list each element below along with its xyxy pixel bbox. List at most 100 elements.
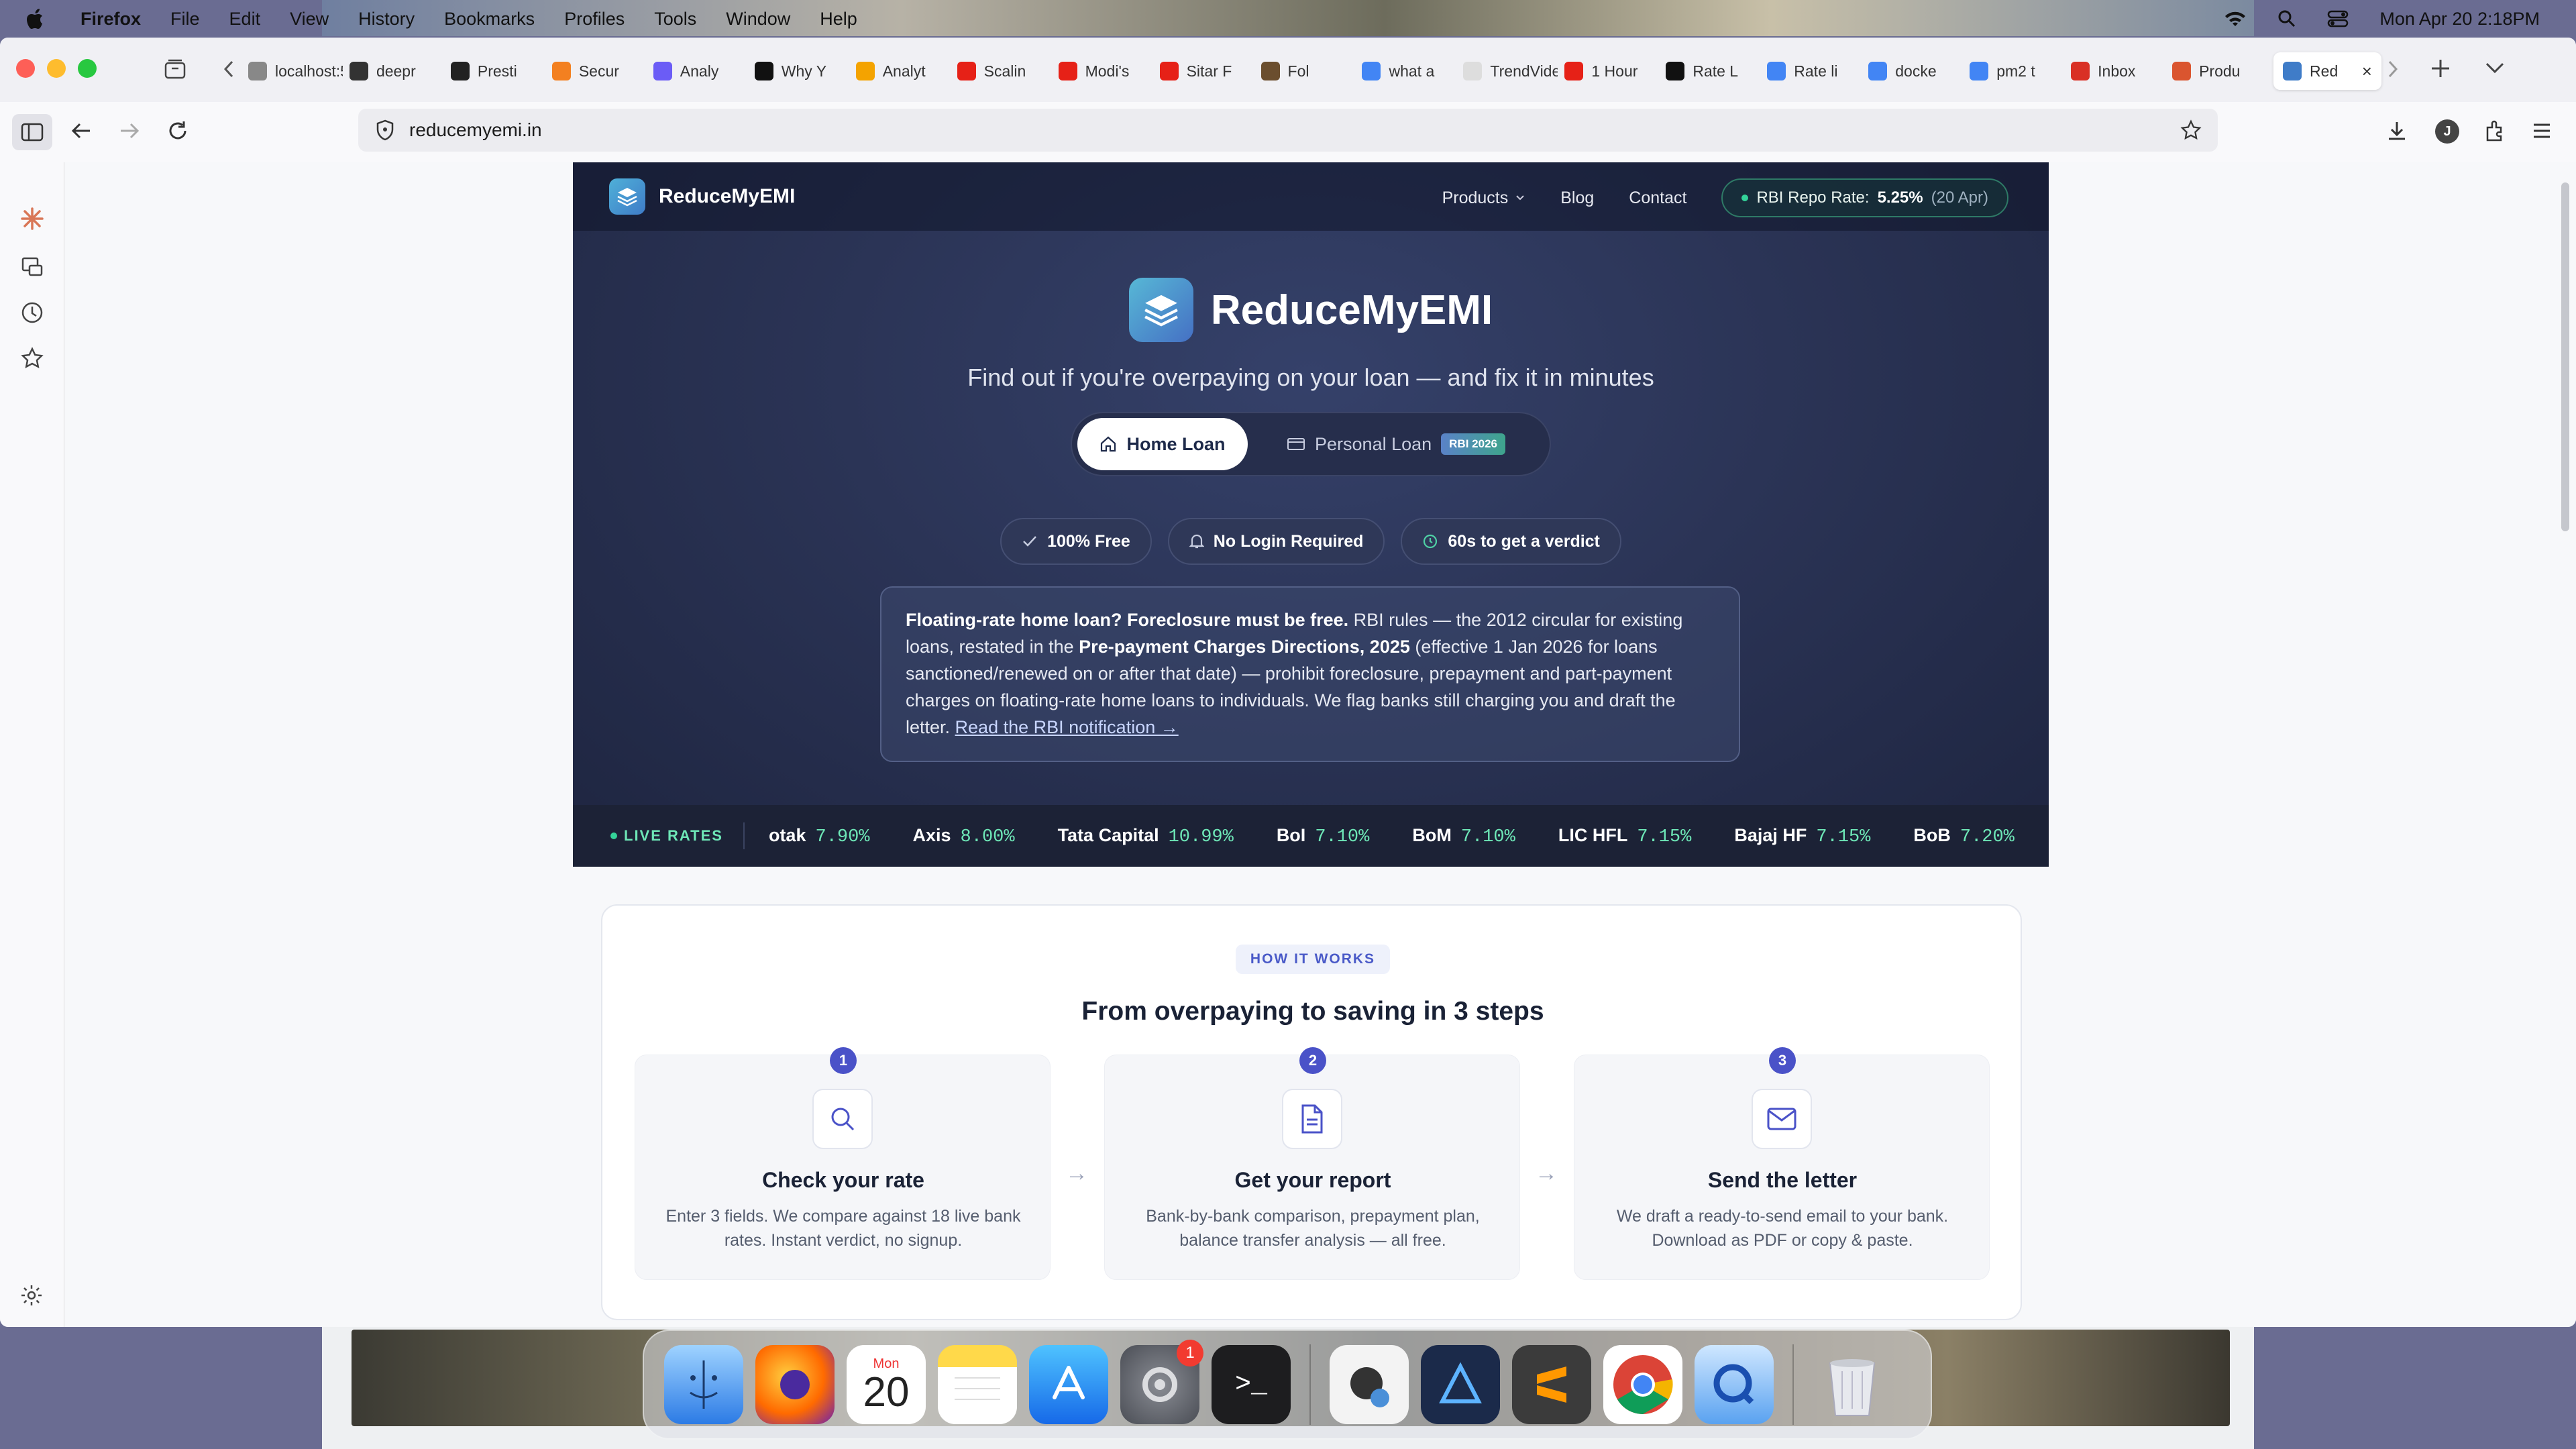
how-it-works-title: From overpaying to saving in 3 steps xyxy=(1081,997,1544,1026)
maximize-window-button[interactable] xyxy=(78,59,97,78)
tab-overview-icon[interactable] xyxy=(164,58,186,80)
browser-tab[interactable]: TrendVide xyxy=(1463,52,1558,90)
close-window-button[interactable] xyxy=(16,59,35,78)
calendar-icon[interactable]: Mon 20 xyxy=(847,1345,926,1424)
rate-item: BoM 7.10% xyxy=(1412,825,1515,847)
bank-rate: 7.15% xyxy=(1637,826,1692,847)
sidebar-toggle-icon[interactable] xyxy=(12,114,52,150)
app-store-icon[interactable] xyxy=(1029,1345,1108,1424)
rate-item: otak 7.90% xyxy=(769,825,870,847)
nav-products[interactable]: Products xyxy=(1442,189,1526,208)
site-logo[interactable]: ReduceMyEMI xyxy=(609,178,795,215)
chrome-icon[interactable] xyxy=(1603,1345,1682,1424)
browser-tab[interactable]: Scalin xyxy=(957,52,1052,90)
browser-tab[interactable]: Why Y xyxy=(754,52,849,90)
repo-rate-label: RBI Repo Rate: xyxy=(1756,189,1870,207)
rbi-2026-badge: RBI 2026 xyxy=(1441,433,1505,455)
page-scrollbar[interactable] xyxy=(2561,182,2569,531)
ai-chatbot-icon[interactable] xyxy=(20,207,44,231)
scroll-tabs-right-icon[interactable] xyxy=(2385,59,2399,79)
scroll-tabs-left-icon[interactable] xyxy=(223,59,236,79)
nav-blog[interactable]: Blog xyxy=(1560,189,1594,208)
browser-tab[interactable]: Rate L xyxy=(1666,52,1760,90)
back-icon[interactable] xyxy=(70,121,93,141)
terminal-icon[interactable]: >_ xyxy=(1212,1345,1291,1424)
system-settings-icon[interactable]: 1 xyxy=(1120,1340,1203,1424)
close-tab-icon[interactable]: × xyxy=(2362,61,2372,82)
account-avatar-icon[interactable]: J xyxy=(2435,119,2459,144)
menu-edit[interactable]: Edit xyxy=(215,9,276,30)
browser-tab[interactable]: Rate li xyxy=(1767,52,1862,90)
browser-tab[interactable]: Sitar F xyxy=(1159,52,1254,90)
browser-tab[interactable]: Presti xyxy=(450,52,545,90)
url-bar[interactable]: reducemyemi.in xyxy=(358,109,2218,152)
bank-name: BoM xyxy=(1412,824,1452,845)
browser-tab[interactable]: what a xyxy=(1362,52,1456,90)
menu-app-name[interactable]: Firefox xyxy=(60,9,156,30)
site-security-icon[interactable] xyxy=(376,119,394,141)
browser-tab[interactable]: pm2 t xyxy=(1970,52,2064,90)
bank-rate: 8.00% xyxy=(960,826,1015,847)
repo-rate-badge: RBI Repo Rate: 5.25% (20 Apr) xyxy=(1721,178,2008,217)
affinity-icon[interactable] xyxy=(1421,1345,1500,1424)
browser-tab[interactable]: Analyt xyxy=(855,52,951,90)
feature-pills: 100% Free No Login Required 60s to get a… xyxy=(573,518,2049,565)
apple-menu-icon[interactable] xyxy=(0,8,60,30)
browser-tab[interactable]: localhost:5 xyxy=(248,52,343,90)
notes-icon[interactable] xyxy=(938,1345,1017,1424)
control-center-icon[interactable] xyxy=(2327,9,2349,28)
rate-item: BoI 7.10% xyxy=(1277,825,1370,847)
menubar-clock[interactable]: Mon Apr 20 2:18PM xyxy=(2379,9,2540,30)
bookmark-star-icon[interactable] xyxy=(2180,119,2202,141)
menu-view[interactable]: View xyxy=(275,9,343,30)
browser-tab[interactable]: docke xyxy=(1868,52,1963,90)
tab-active[interactable]: Red × xyxy=(2273,52,2381,90)
bookmarks-icon[interactable] xyxy=(20,346,44,370)
cloudflare-icon xyxy=(551,62,571,80)
menu-window[interactable]: Window xyxy=(711,9,805,30)
wifi-icon[interactable] xyxy=(2224,10,2247,28)
browser-tab[interactable]: Produ xyxy=(2172,52,2267,90)
browser-tab[interactable]: Secur xyxy=(551,52,647,90)
nav-contact[interactable]: Contact xyxy=(1629,189,1686,208)
bank-rate: 7.15% xyxy=(1816,826,1871,847)
minimize-window-button[interactable] xyxy=(47,59,66,78)
new-tab-icon[interactable] xyxy=(2430,58,2451,79)
forward-icon[interactable] xyxy=(118,121,141,141)
menu-help[interactable]: Help xyxy=(805,9,872,30)
trash-icon[interactable] xyxy=(1813,1345,1892,1424)
cheatengine-icon[interactable] xyxy=(1330,1345,1409,1424)
quicktime-icon[interactable] xyxy=(1695,1345,1774,1424)
browser-tab[interactable]: deepr xyxy=(349,52,444,90)
personal-loan-tab[interactable]: Personal Loan RBI 2026 xyxy=(1248,418,1544,470)
spotlight-search-icon[interactable] xyxy=(2277,9,2296,28)
customize-sidebar-gear-icon[interactable] xyxy=(20,1284,43,1307)
menu-file[interactable]: File xyxy=(156,9,215,30)
url-text[interactable]: reducemyemi.in xyxy=(409,119,542,141)
downloads-icon[interactable] xyxy=(2385,119,2408,142)
browser-tab[interactable]: Inbox xyxy=(2071,52,2165,90)
synced-tabs-icon[interactable] xyxy=(20,255,44,279)
tab-title: Analy xyxy=(680,62,719,80)
reload-icon[interactable] xyxy=(166,119,189,142)
browser-tab[interactable]: 1 Hour xyxy=(1564,52,1659,90)
sublime-icon[interactable] xyxy=(1512,1345,1591,1424)
menu-tools[interactable]: Tools xyxy=(639,9,711,30)
history-icon[interactable] xyxy=(20,301,44,325)
home-loan-tab[interactable]: Home Loan xyxy=(1077,418,1248,470)
browser-tab[interactable]: Fol xyxy=(1260,52,1356,90)
gmail-icon xyxy=(2071,62,2090,80)
finder-icon[interactable] xyxy=(664,1345,743,1424)
firefox-icon[interactable] xyxy=(755,1345,835,1424)
rbi-notification-link[interactable]: Read the RBI notification → xyxy=(955,717,1179,737)
pill-no-login: No Login Required xyxy=(1167,518,1385,565)
menu-profiles[interactable]: Profiles xyxy=(549,9,639,30)
tab-title: pm2 t xyxy=(1996,62,2035,80)
extensions-icon[interactable] xyxy=(2483,119,2506,142)
app-menu-icon[interactable] xyxy=(2532,122,2552,140)
menu-history[interactable]: History xyxy=(343,9,429,30)
list-all-tabs-icon[interactable] xyxy=(2485,60,2505,75)
browser-tab[interactable]: Modi's xyxy=(1058,52,1153,90)
menu-bookmarks[interactable]: Bookmarks xyxy=(429,9,549,30)
browser-tab[interactable]: Analy xyxy=(653,52,748,90)
